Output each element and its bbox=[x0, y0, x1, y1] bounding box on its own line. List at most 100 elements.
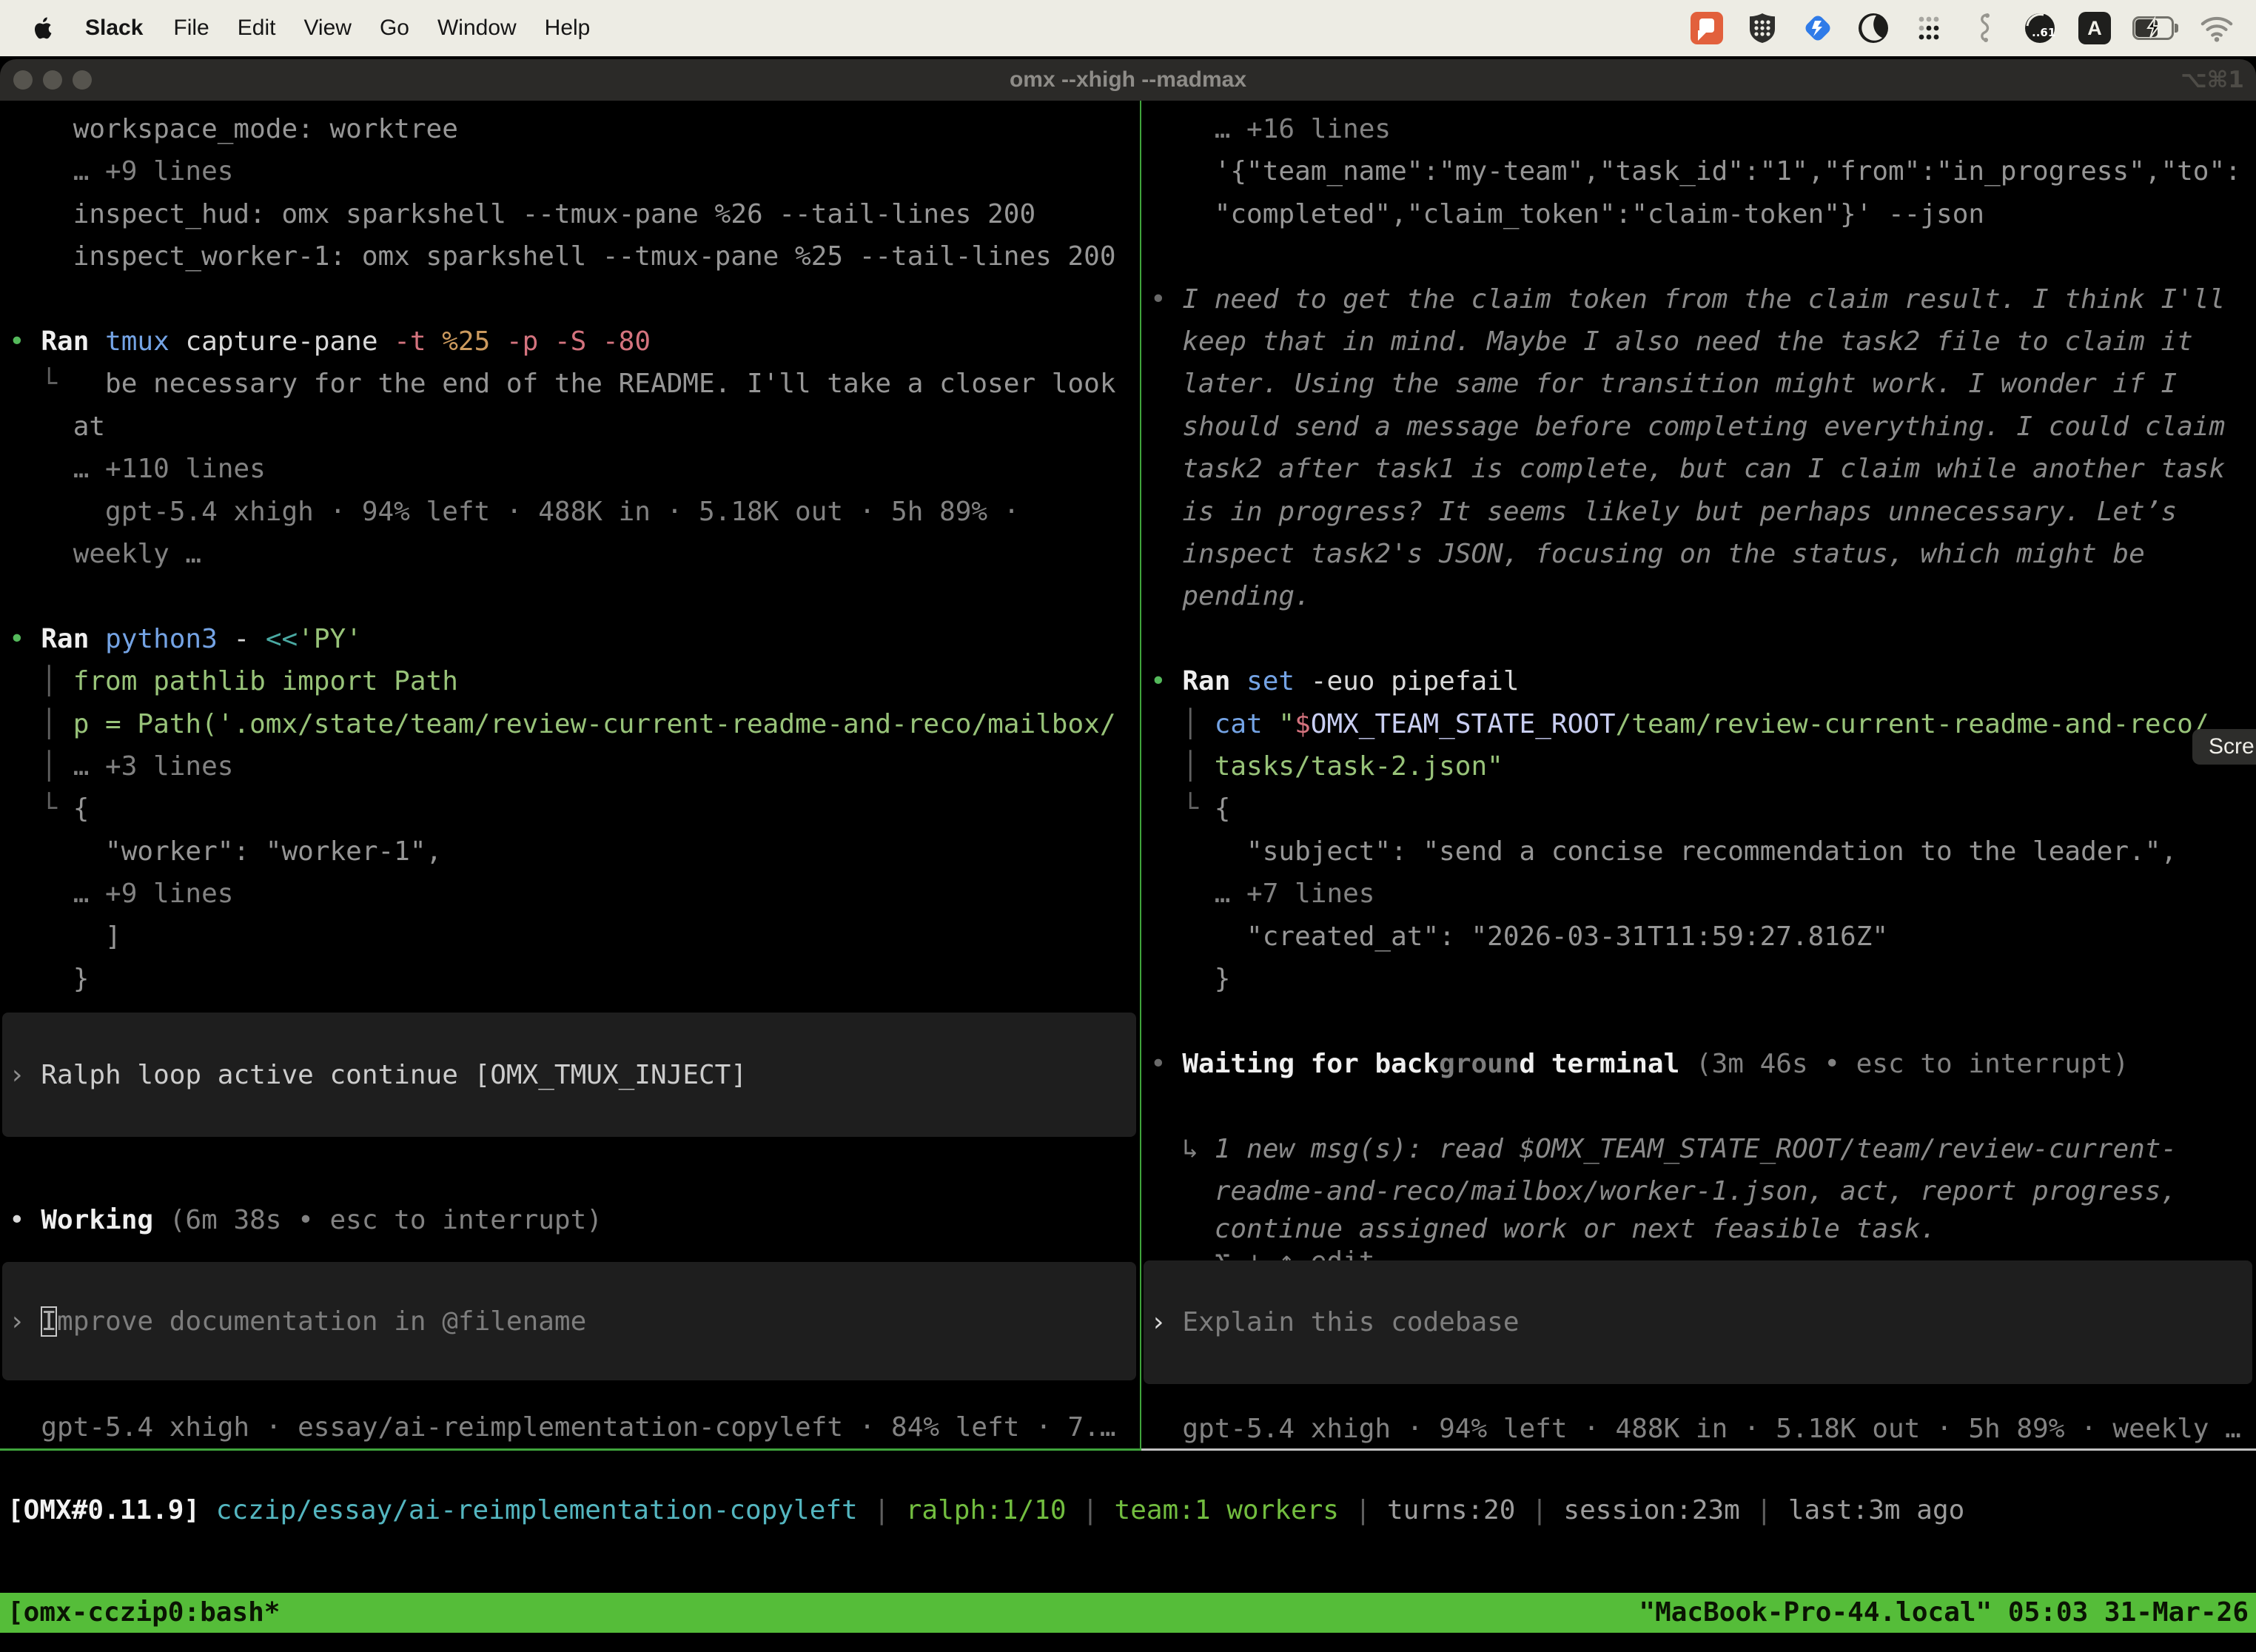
text-segment: team:1 workers bbox=[1115, 1495, 1339, 1525]
terminal-line: ] bbox=[9, 916, 121, 958]
text-segment: Ran bbox=[41, 326, 105, 357]
text-segment: "subject": "send a concise recommendatio… bbox=[1150, 836, 2177, 867]
terminal-line: task2 after task1 is complete, but can I… bbox=[1150, 448, 2225, 490]
text-segment: workspace_mode: worktree bbox=[9, 114, 458, 144]
text-segment: -p -S -80 bbox=[506, 326, 651, 357]
text-segment: inspect_hud: omx sparkshell --tmux-pane … bbox=[9, 199, 1035, 229]
text-segment: Ralph loop active continue [OMX_TMUX_INJ… bbox=[41, 1060, 747, 1090]
terminal-line: gpt-5.4 xhigh · 94% left · 488K in · 5.1… bbox=[9, 491, 1019, 533]
text-segment: OMX_TEAM_STATE_ROOT bbox=[1311, 709, 1616, 739]
prompt-input-text: › Improve documentation in @filename bbox=[2, 1300, 586, 1343]
terminal-line: … +9 lines bbox=[9, 150, 233, 192]
privacy-shield-icon[interactable] bbox=[1745, 11, 1779, 45]
terminal-line: │ cat "$OMX_TEAM_STATE_ROOT/team/review-… bbox=[1150, 703, 2209, 745]
terminal-line: "created_at": "2026-03-31T11:59:27.816Z" bbox=[1150, 916, 1888, 958]
apple-menu-icon[interactable] bbox=[33, 13, 58, 43]
screenshot-tooltip: Scre bbox=[2192, 729, 2256, 765]
window-titlebar[interactable]: omx --xhigh --madmax ⌥⌘1 bbox=[0, 59, 2256, 101]
text-segment: p = Path('.omx/state/team/review-current… bbox=[73, 709, 1116, 739]
battery-charging-icon[interactable] bbox=[2132, 16, 2178, 40]
usage-badge-icon[interactable]: ..61 bbox=[2023, 11, 2057, 45]
text-segment: │ bbox=[1150, 709, 1215, 739]
session-usage-line: gpt-5.4 xhigh · essay/ai-reimplementatio… bbox=[9, 1406, 1116, 1448]
text-segment: › bbox=[9, 1060, 41, 1090]
menu-bar: Slack File Edit View Go Window Help bbox=[0, 0, 2256, 56]
text-segment: 1 new msg(s): read $OMX_TEAM_STATE_ROOT/… bbox=[1215, 1134, 2177, 1164]
prompt-input[interactable]: › Explain this codebase bbox=[1144, 1260, 2252, 1384]
text-segment: later. Using the same for transition mig… bbox=[1150, 369, 2177, 399]
text-segment: from pathlib import Path bbox=[73, 666, 458, 696]
terminal-line: } bbox=[9, 958, 89, 1000]
text-segment: 'PY' bbox=[298, 624, 362, 654]
terminal-line: … +16 lines bbox=[1150, 108, 1391, 150]
menu-file[interactable]: File bbox=[159, 16, 223, 41]
text-segment: Working bbox=[41, 1205, 169, 1235]
text-segment: at bbox=[9, 412, 105, 442]
text-segment: … +110 lines bbox=[9, 454, 266, 484]
text-segment: capture-pane bbox=[185, 326, 394, 357]
text-segment: › bbox=[9, 1306, 41, 1337]
text-segment: ↳ bbox=[1150, 1134, 1215, 1164]
ralph-loop-banner: › Ralph loop active continue [OMX_TMUX_I… bbox=[2, 1013, 1136, 1137]
text-segment: I need to get the claim token from the c… bbox=[1182, 284, 2225, 315]
text-segment: cat bbox=[1215, 709, 1279, 739]
ran-shell-command-line: • Ran set -euo pipefail bbox=[1150, 660, 1520, 702]
text-segment: continue assigned work or next feasible … bbox=[1150, 1214, 1936, 1244]
terminal-line: } bbox=[1150, 958, 1230, 1000]
text-segment: turns:20 bbox=[1387, 1495, 1515, 1525]
crescent-app-icon[interactable] bbox=[1856, 11, 1890, 45]
thinking-line: • I need to get the claim token from the… bbox=[1150, 278, 2225, 320]
terminal-line: inspect_worker-1: omx sparkshell --tmux-… bbox=[9, 235, 1116, 278]
terminal-line: │ p = Path('.omx/state/team/review-curre… bbox=[9, 703, 1116, 745]
text-segment: inspect_worker-1: omx sparkshell --tmux-… bbox=[9, 241, 1116, 272]
menubar-status-area: ..61 A bbox=[1690, 11, 2234, 45]
text-segment: '{"team_name":"my-team","task_id":"1","f… bbox=[1150, 156, 2241, 187]
tmux-host-clock: "MacBook-Pro-44.local" 05:03 31-Mar-26 bbox=[1639, 1593, 2249, 1633]
text-segment: gpt-5.4 xhigh · essay/ai-reimplementatio… bbox=[9, 1412, 1116, 1443]
menu-go[interactable]: Go bbox=[366, 16, 423, 41]
menu-view[interactable]: View bbox=[289, 16, 365, 41]
wifi-icon[interactable] bbox=[2200, 11, 2234, 45]
text-segment: should send a message before completing … bbox=[1150, 412, 2225, 442]
text-segment: └ bbox=[9, 369, 105, 399]
terminal-window: omx --xhigh --madmax ⌥⌘1 workspace_mode:… bbox=[0, 59, 2256, 1652]
text-segment: | bbox=[1339, 1495, 1387, 1525]
text-segment: d terminal bbox=[1520, 1049, 1696, 1079]
menu-help[interactable]: Help bbox=[531, 16, 605, 41]
menu-app-name[interactable]: Slack bbox=[71, 16, 159, 41]
right-terminal-pane[interactable]: … +16 lines '{"team_name":"my-team","tas… bbox=[1141, 101, 2256, 1448]
dots-grid-icon[interactable] bbox=[1912, 11, 1946, 45]
text-segment: [OMX#0.11.9] bbox=[7, 1495, 216, 1525]
menu-window[interactable]: Window bbox=[423, 16, 531, 41]
terminal-line: inspect_hud: omx sparkshell --tmux-pane … bbox=[9, 193, 1035, 235]
squiggle-tool-icon[interactable] bbox=[1967, 11, 2001, 45]
a-key-icon[interactable]: A bbox=[2078, 12, 2111, 44]
text-segment: | bbox=[1740, 1495, 1788, 1525]
terminal-line: ↳ 1 new msg(s): read $OMX_TEAM_STATE_ROO… bbox=[1150, 1128, 2177, 1170]
text-segment: (6m 38s • esc to interrupt) bbox=[169, 1205, 602, 1235]
working-status-line: • Working (6m 38s • esc to interrupt) bbox=[9, 1199, 602, 1241]
text-segment: • bbox=[9, 624, 41, 654]
text-segment: Explain this codebase bbox=[1182, 1307, 1519, 1337]
text-segment: python3 bbox=[105, 624, 233, 654]
terminal-line: inspect task2's JSON, focusing on the st… bbox=[1150, 533, 2145, 575]
text-segment: • bbox=[9, 326, 41, 357]
slack-notification-icon[interactable] bbox=[1690, 11, 1724, 45]
prompt-input[interactable]: › Improve documentation in @filename bbox=[2, 1262, 1136, 1380]
text-segment: "completed","claim_token":"claim-token"}… bbox=[1150, 199, 1984, 229]
terminal-line: is in progress? It seems likely but perh… bbox=[1150, 491, 2177, 533]
terminal-line: │ … +3 lines bbox=[9, 745, 233, 788]
terminal-line: └ be necessary for the end of the README… bbox=[9, 363, 1116, 405]
right-pane-border bbox=[1141, 1448, 2256, 1451]
text-segment: gpt-5.4 xhigh · 94% left · 488K in · 5.1… bbox=[9, 497, 1019, 527]
waiting-status-line: • Waiting for background terminal (3m 46… bbox=[1150, 1043, 2129, 1085]
text-segment: … +16 lines bbox=[1150, 114, 1391, 144]
text-segment: │ bbox=[1150, 751, 1215, 782]
window-shortcut-hint: ⌥⌘1 bbox=[2181, 67, 2244, 93]
menu-edit[interactable]: Edit bbox=[224, 16, 290, 41]
terminal-line: weekly … bbox=[9, 533, 201, 575]
bolt-badge-icon[interactable] bbox=[1801, 11, 1835, 45]
left-terminal-pane[interactable]: workspace_mode: worktree … +9 lines insp… bbox=[0, 101, 1140, 1448]
text-segment: set bbox=[1246, 666, 1311, 696]
terminal-line: │ tasks/task-2.json" bbox=[1150, 745, 1503, 788]
